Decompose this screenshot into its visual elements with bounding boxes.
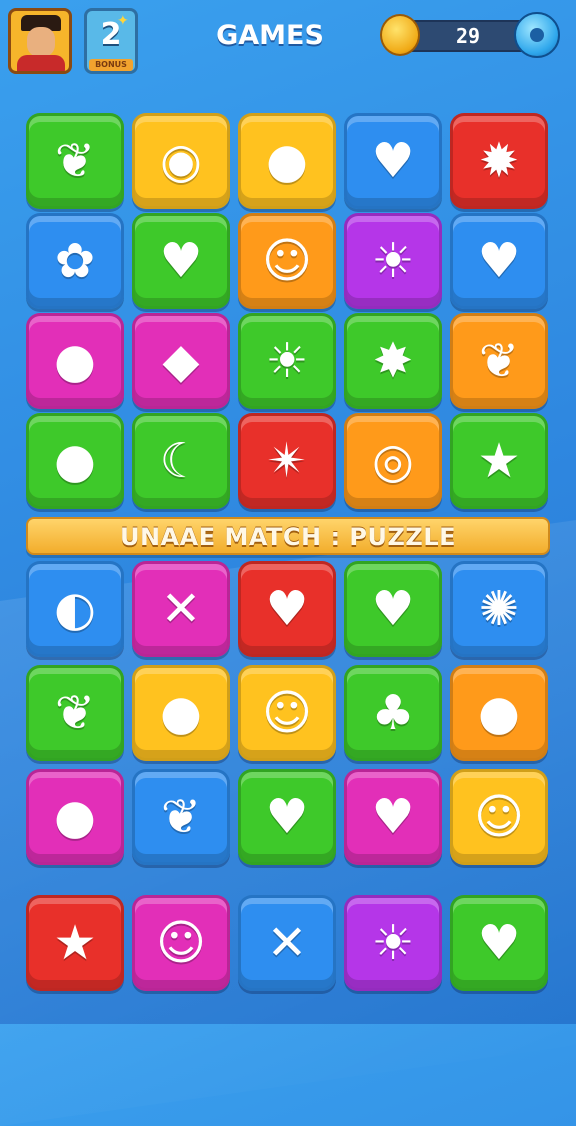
heart-icon: ♥ <box>371 581 415 637</box>
banner-text: UNAAE MATCH : PUZZLE <box>119 523 456 551</box>
star-arrow-icon: ★ <box>477 433 521 489</box>
blob-icon: ✸ <box>372 333 414 389</box>
sun-icon: ☀ <box>371 233 415 289</box>
heart-icon: ♥ <box>371 789 415 845</box>
sun-face-icon: ☀ <box>265 333 309 389</box>
leaf-icon: ❦ <box>478 333 520 389</box>
game-tile[interactable]: ✕ <box>132 561 230 657</box>
coin-icon <box>380 14 420 56</box>
level-label: BONUS <box>89 59 133 71</box>
heart-icon: ♥ <box>477 915 521 971</box>
title-banner: UNAAE MATCH : PUZZLE <box>26 517 550 555</box>
sun-icon: ☀ <box>371 915 415 971</box>
game-tile[interactable]: ✹ <box>450 113 548 209</box>
gem-add-icon[interactable] <box>514 12 560 58</box>
star-burst-icon: ✴ <box>266 433 308 489</box>
game-tile[interactable]: ☺ <box>238 213 336 309</box>
game-tile[interactable]: ● <box>238 113 336 209</box>
ghost-icon: ◉ <box>160 133 202 189</box>
lemon-icon: ● <box>54 333 96 389</box>
game-tile[interactable]: ✸ <box>344 313 442 409</box>
player-avatar[interactable] <box>8 8 72 74</box>
game-tile[interactable]: ☺ <box>132 895 230 991</box>
tools-icon: ✕ <box>160 581 202 637</box>
heart-icon: ♥ <box>477 233 521 289</box>
smiley-block-icon: ☺ <box>261 685 313 741</box>
star-icon: ★ <box>53 915 97 971</box>
game-tile[interactable]: ❦ <box>26 113 124 209</box>
game-tile[interactable]: ☀ <box>344 895 442 991</box>
game-tile[interactable]: ● <box>132 665 230 761</box>
leaf-icon: ❦ <box>54 133 96 189</box>
bubble-icon: ● <box>160 685 202 741</box>
gem-icon: ◆ <box>162 333 200 389</box>
smiley-icon: ☺ <box>261 233 313 289</box>
game-tile[interactable]: ☾ <box>132 413 230 509</box>
candy-icon: ✿ <box>54 233 96 289</box>
virus-icon: ✺ <box>478 581 520 637</box>
leaf-icon: ❦ <box>160 789 202 845</box>
apple-icon: ● <box>54 789 96 845</box>
game-tile[interactable]: ● <box>450 665 548 761</box>
game-tile[interactable]: ♥ <box>450 895 548 991</box>
game-tile[interactable]: ◉ <box>132 113 230 209</box>
game-tile[interactable]: ♥ <box>344 113 442 209</box>
avatar-body <box>17 55 65 71</box>
heart-icon: ♥ <box>265 789 309 845</box>
top-bar: 2 ✦ BONUS GAMES 29 <box>0 0 576 90</box>
game-tile[interactable]: ☀ <box>238 313 336 409</box>
leaf-icon: ❦ <box>54 685 96 741</box>
game-tile[interactable]: ❦ <box>26 665 124 761</box>
game-tile[interactable]: ● <box>26 313 124 409</box>
game-tile[interactable]: ★ <box>26 895 124 991</box>
page-title: GAMES <box>216 20 324 51</box>
avatar-face <box>27 27 55 57</box>
coin-count: 29 <box>455 24 481 48</box>
sword-icon: ✕ <box>266 915 308 971</box>
game-tile[interactable]: ◆ <box>132 313 230 409</box>
game-tile[interactable]: ☀ <box>344 213 442 309</box>
game-tile[interactable]: ❦ <box>450 313 548 409</box>
game-tile[interactable]: ✺ <box>450 561 548 657</box>
game-tile[interactable]: ♥ <box>132 213 230 309</box>
level-badge[interactable]: 2 ✦ BONUS <box>84 8 138 74</box>
heart-badge-icon: ♥ <box>265 581 309 637</box>
game-tile[interactable]: ◐ <box>26 561 124 657</box>
star-icon: ✦ <box>117 13 129 29</box>
eggplant-icon: ☾ <box>159 433 203 489</box>
game-tile[interactable]: ★ <box>450 413 548 509</box>
game-tile[interactable]: ● <box>26 413 124 509</box>
planet-icon: ◐ <box>54 581 96 637</box>
game-tile[interactable]: ☺ <box>238 665 336 761</box>
smiley-icon: ☺ <box>473 789 525 845</box>
apple-icon: ● <box>54 433 96 489</box>
game-tile[interactable]: ♥ <box>238 561 336 657</box>
clover-icon: ♣ <box>371 685 415 741</box>
game-tile[interactable]: ● <box>26 769 124 865</box>
smiley-icon: ☺ <box>155 915 207 971</box>
game-tile[interactable]: ♥ <box>450 213 548 309</box>
heart-icon: ♥ <box>371 133 415 189</box>
game-tile[interactable]: ♥ <box>238 769 336 865</box>
game-tile[interactable]: ✿ <box>26 213 124 309</box>
game-tile[interactable]: ✕ <box>238 895 336 991</box>
game-tile[interactable]: ♥ <box>344 561 442 657</box>
game-tile[interactable]: ☺ <box>450 769 548 865</box>
game-tile[interactable]: ♥ <box>344 769 442 865</box>
game-tile[interactable]: ♣ <box>344 665 442 761</box>
lemon-icon: ● <box>266 133 308 189</box>
game-tile[interactable]: ❦ <box>132 769 230 865</box>
game-tile[interactable]: ✴ <box>238 413 336 509</box>
heart-pin-icon: ♥ <box>159 233 203 289</box>
apple-icon: ● <box>478 685 520 741</box>
spiral-icon: ◎ <box>372 433 414 489</box>
splat-icon: ✹ <box>478 133 520 189</box>
game-tile[interactable]: ◎ <box>344 413 442 509</box>
